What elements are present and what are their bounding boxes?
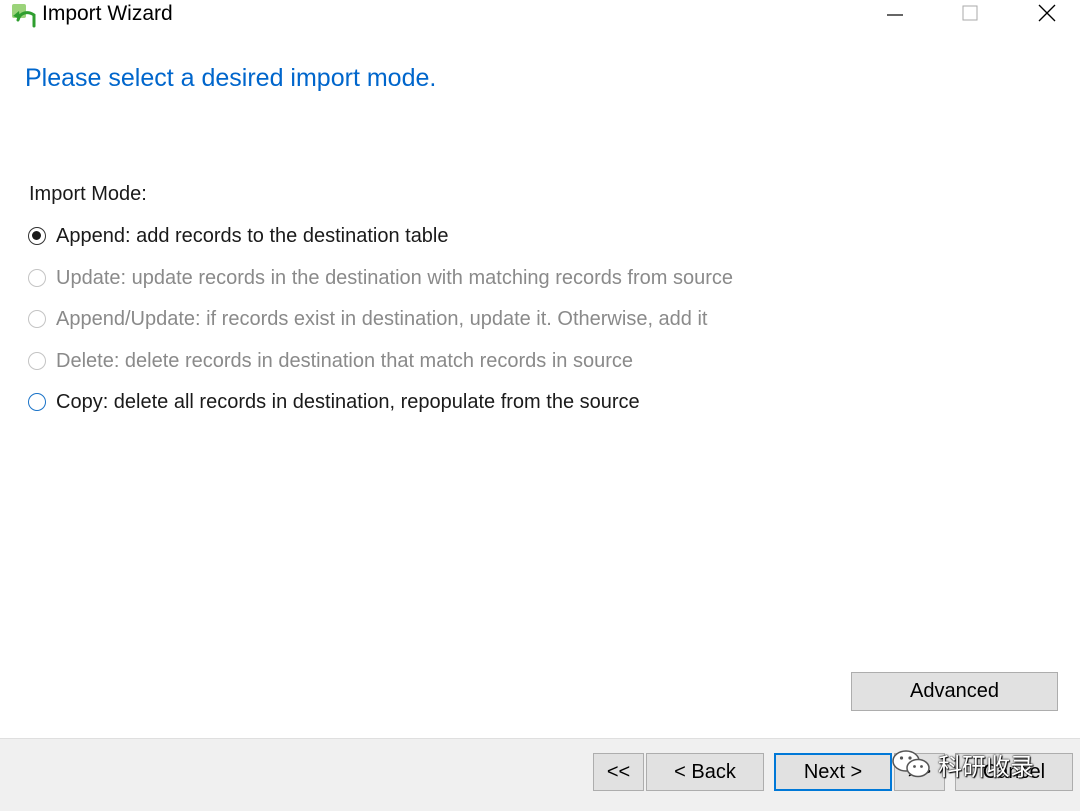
next-button[interactable]: Next > — [774, 753, 892, 791]
close-icon — [1037, 3, 1057, 28]
option-label: Delete: delete records in destination th… — [56, 349, 633, 372]
append-update-radio — [28, 310, 46, 328]
minimize-icon — [885, 3, 905, 28]
advanced-button[interactable]: Advanced — [851, 672, 1058, 711]
option-delete: Delete: delete records in destination th… — [28, 347, 733, 389]
title-bar[interactable]: Import Wizard — [0, 0, 1080, 30]
close-button[interactable] — [1020, 0, 1074, 30]
option-copy[interactable]: Copy: delete all records in destination,… — [28, 388, 733, 430]
option-label: Copy: delete all records in destination,… — [56, 391, 640, 413]
option-label: Append: add records to the destination t… — [56, 225, 449, 247]
maximize-button[interactable] — [943, 0, 997, 30]
import-mode-label: Import Mode: — [29, 183, 147, 205]
maximize-icon — [960, 3, 980, 28]
delete-radio — [28, 351, 46, 370]
minimize-button[interactable] — [868, 0, 922, 30]
update-radio — [28, 268, 46, 287]
back-button[interactable]: < Back — [646, 753, 764, 791]
import-wizard-window: Import Wizard Please select a desired im… — [0, 0, 1080, 811]
option-label: Update: update records in the destinatio… — [56, 266, 734, 289]
first-page-button[interactable]: << — [593, 753, 644, 791]
import-arrow-icon — [10, 2, 38, 28]
option-append-update: Append/Update: if records exist in desti… — [28, 305, 733, 347]
copy-radio[interactable] — [28, 393, 46, 411]
append-radio[interactable] — [28, 227, 46, 245]
last-page-button[interactable]: >> — [894, 753, 945, 791]
option-label: Append/Update: if records exist in desti… — [56, 308, 708, 330]
option-update: Update: update records in the destinatio… — [28, 264, 733, 306]
import-mode-options: Append: add records to the destination t… — [28, 222, 733, 430]
window-title: Import Wizard — [42, 2, 173, 25]
option-append[interactable]: Append: add records to the destination t… — [28, 222, 733, 264]
page-heading: Please select a desired import mode. — [25, 64, 437, 92]
cancel-button[interactable]: Cancel — [955, 753, 1073, 791]
